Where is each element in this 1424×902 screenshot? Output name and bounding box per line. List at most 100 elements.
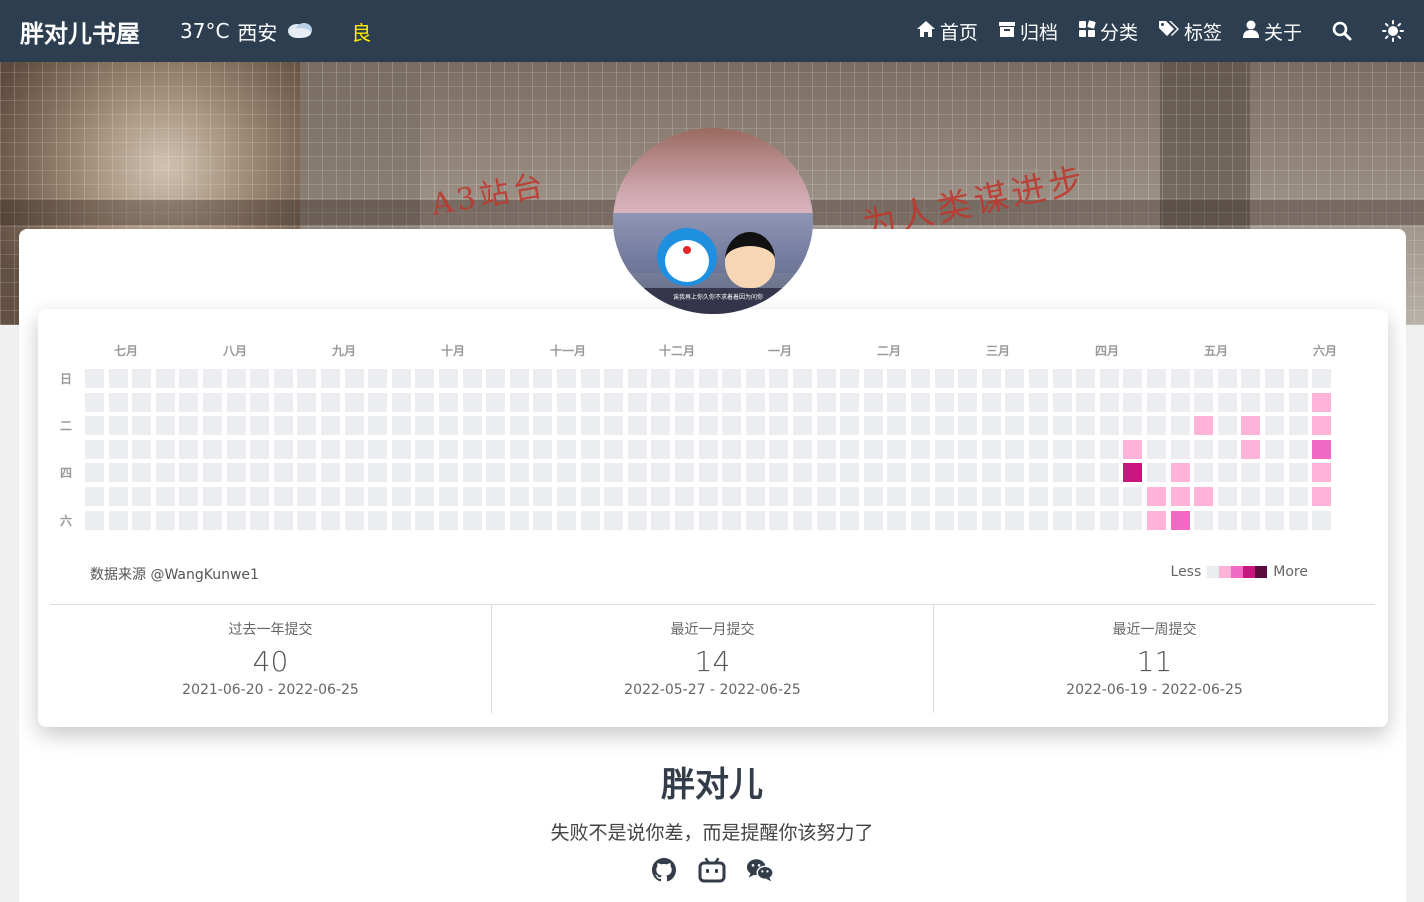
- contribution-cell[interactable]: [1005, 463, 1025, 483]
- contribution-cell[interactable]: [391, 487, 411, 506]
- contribution-cell[interactable]: [344, 416, 364, 436]
- contribution-cell[interactable]: [1076, 416, 1096, 436]
- contribution-cell[interactable]: [344, 487, 364, 506]
- contribution-cell[interactable]: [203, 392, 222, 412]
- contribution-cell[interactable]: [179, 416, 199, 436]
- contribution-cell[interactable]: [250, 392, 270, 412]
- contribution-cell[interactable]: [675, 392, 694, 412]
- contribution-cell[interactable]: [85, 510, 104, 530]
- contribution-cell[interactable]: [1005, 416, 1025, 436]
- contribution-cell[interactable]: [108, 487, 128, 506]
- contribution-cell[interactable]: [1123, 463, 1143, 483]
- contribution-cell[interactable]: [745, 416, 765, 436]
- contribution-cell[interactable]: [1005, 487, 1025, 506]
- contribution-cell[interactable]: [486, 510, 506, 530]
- contribution-cell[interactable]: [769, 439, 789, 459]
- contribution-cell[interactable]: [580, 487, 600, 506]
- contribution-cell[interactable]: [911, 416, 930, 436]
- contribution-cell[interactable]: [85, 487, 104, 506]
- contribution-cell[interactable]: [85, 416, 104, 436]
- contribution-cell[interactable]: [958, 463, 978, 483]
- contribution-cell[interactable]: [321, 369, 340, 388]
- contribution-cell[interactable]: [722, 369, 742, 388]
- contribution-cell[interactable]: [698, 416, 718, 436]
- contribution-cell[interactable]: [533, 463, 553, 483]
- contribution-cell[interactable]: [1288, 416, 1308, 436]
- contribution-cell[interactable]: [863, 510, 883, 530]
- contribution-cell[interactable]: [722, 392, 742, 412]
- contribution-cell[interactable]: [934, 463, 954, 483]
- contribution-cell[interactable]: [887, 487, 907, 506]
- contribution-cell[interactable]: [793, 510, 812, 530]
- contribution-cell[interactable]: [627, 439, 647, 459]
- contribution-cell[interactable]: [1029, 439, 1048, 459]
- contribution-cell[interactable]: [580, 439, 600, 459]
- contribution-cell[interactable]: [911, 392, 930, 412]
- contribution-cell[interactable]: [321, 463, 340, 483]
- contribution-cell[interactable]: [203, 463, 222, 483]
- contribution-cell[interactable]: [321, 439, 340, 459]
- contribution-cell[interactable]: [722, 463, 742, 483]
- nav-tags[interactable]: 标签: [1158, 18, 1222, 45]
- contribution-cell[interactable]: [863, 416, 883, 436]
- contribution-cell[interactable]: [1241, 369, 1261, 388]
- contribution-cell[interactable]: [226, 487, 246, 506]
- contribution-cell[interactable]: [179, 439, 199, 459]
- contribution-cell[interactable]: [273, 510, 293, 530]
- contribution-cell[interactable]: [887, 463, 907, 483]
- contribution-cell[interactable]: [1099, 416, 1119, 436]
- contribution-cell[interactable]: [155, 510, 175, 530]
- contribution-cell[interactable]: [887, 510, 907, 530]
- contribution-cell[interactable]: [840, 463, 860, 483]
- contribution-cell[interactable]: [1147, 510, 1166, 530]
- contribution-cell[interactable]: [1052, 369, 1072, 388]
- contribution-cell[interactable]: [462, 510, 482, 530]
- contribution-cell[interactable]: [887, 416, 907, 436]
- contribution-cell[interactable]: [1099, 369, 1119, 388]
- contribution-cell[interactable]: [1241, 510, 1261, 530]
- wechat-icon[interactable]: [746, 856, 774, 884]
- contribution-cell[interactable]: [321, 487, 340, 506]
- contribution-cell[interactable]: [981, 392, 1001, 412]
- contribution-cell[interactable]: [439, 369, 458, 388]
- contribution-cell[interactable]: [840, 392, 860, 412]
- contribution-cell[interactable]: [557, 369, 576, 388]
- contribution-cell[interactable]: [1123, 510, 1143, 530]
- contribution-cell[interactable]: [108, 463, 128, 483]
- contribution-cell[interactable]: [273, 392, 293, 412]
- contribution-cell[interactable]: [816, 416, 836, 436]
- contribution-cell[interactable]: [651, 487, 671, 506]
- contribution-cell[interactable]: [745, 487, 765, 506]
- contribution-cell[interactable]: [1312, 369, 1332, 388]
- nav-category[interactable]: 分类: [1078, 18, 1138, 45]
- contribution-cell[interactable]: [816, 487, 836, 506]
- contribution-cell[interactable]: [1288, 463, 1308, 483]
- contribution-cell[interactable]: [273, 463, 293, 483]
- contribution-cell[interactable]: [769, 369, 789, 388]
- contribution-cell[interactable]: [108, 369, 128, 388]
- contribution-cell[interactable]: [557, 510, 576, 530]
- contribution-cell[interactable]: [1052, 463, 1072, 483]
- contribution-cell[interactable]: [1288, 487, 1308, 506]
- contribution-cell[interactable]: [840, 510, 860, 530]
- contribution-cell[interactable]: [533, 369, 553, 388]
- contribution-cell[interactable]: [155, 439, 175, 459]
- contribution-cell[interactable]: [1076, 439, 1096, 459]
- contribution-cell[interactable]: [1147, 439, 1166, 459]
- contribution-cell[interactable]: [1312, 416, 1332, 436]
- contribution-cell[interactable]: [863, 487, 883, 506]
- contribution-cell[interactable]: [1076, 510, 1096, 530]
- contribution-cell[interactable]: [1194, 369, 1214, 388]
- contribution-cell[interactable]: [627, 392, 647, 412]
- contribution-cell[interactable]: [1005, 510, 1025, 530]
- contribution-cell[interactable]: [108, 416, 128, 436]
- contribution-cell[interactable]: [1217, 392, 1237, 412]
- contribution-cell[interactable]: [651, 392, 671, 412]
- contribution-cell[interactable]: [816, 439, 836, 459]
- contribution-cell[interactable]: [580, 369, 600, 388]
- contribution-cell[interactable]: [85, 369, 104, 388]
- contribution-cell[interactable]: [627, 510, 647, 530]
- contribution-cell[interactable]: [344, 392, 364, 412]
- contribution-cell[interactable]: [509, 487, 529, 506]
- contribution-cell[interactable]: [604, 416, 624, 436]
